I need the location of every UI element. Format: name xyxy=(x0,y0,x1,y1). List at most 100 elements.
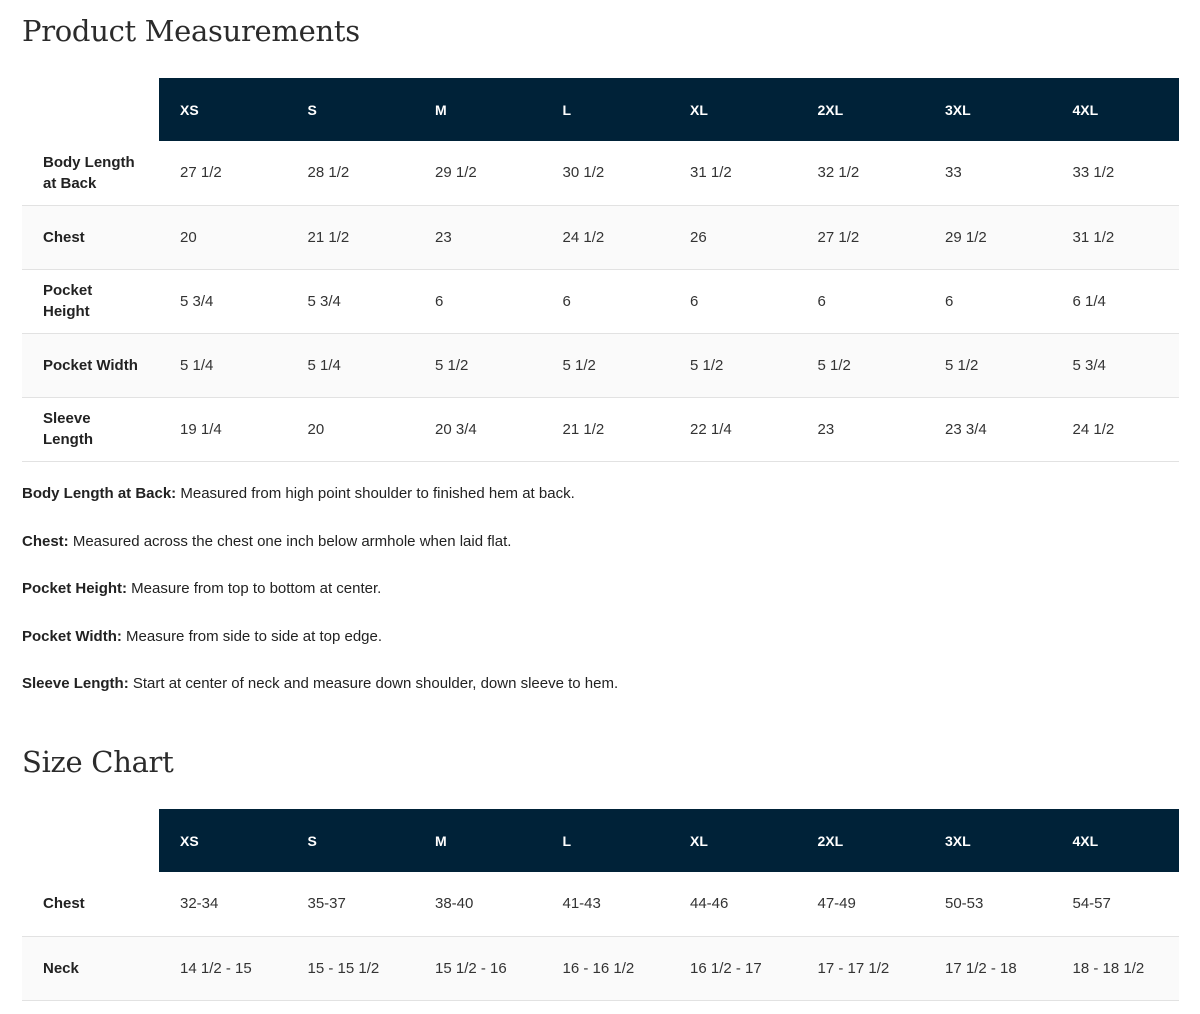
product-measurements-table: XS S M L XL 2XL 3XL 4XL Body Length at Ba… xyxy=(22,78,1179,462)
table-cell: 54-57 xyxy=(1072,895,1111,913)
table-cell: 5 3/4 xyxy=(307,292,341,310)
row-label-sleeve-length: Sleeve Length xyxy=(22,397,159,461)
table-cell: 23 xyxy=(817,420,835,438)
row-label-chest: Chest xyxy=(22,205,159,269)
row-label-neck: Neck xyxy=(22,936,159,1000)
table-cell: 5 1/4 xyxy=(180,356,214,374)
note-term: Pocket Width: xyxy=(22,627,122,645)
table-cell: 19 1/4 xyxy=(180,420,222,438)
table-cell: 29 1/2 xyxy=(435,164,477,182)
table-row-chest: Chest 32-34 35-37 38-40 41-43 44-46 47-4… xyxy=(22,872,1179,936)
note-term: Sleeve Length: xyxy=(22,675,129,692)
size-header-xs: XS xyxy=(159,78,287,141)
table-cell: 15 - 15 1/2 xyxy=(307,959,380,977)
table-cell: 33 1/2 xyxy=(1072,164,1115,182)
note-term: Pocket Height: xyxy=(22,580,128,597)
table-cell: 24 1/2 xyxy=(1072,420,1115,438)
note-text: Start at center of neck and measure down… xyxy=(128,675,619,692)
table-cell: 6 1/4 xyxy=(1072,292,1106,310)
table-cell: 6 xyxy=(690,292,699,310)
table-cell: 20 3/4 xyxy=(435,420,477,438)
table-cell: 30 1/2 xyxy=(562,164,605,182)
table-cell: 32 1/2 xyxy=(817,164,860,182)
note-chest: Chest: Measured across the chest one inc… xyxy=(22,532,1179,580)
table-corner-cell xyxy=(22,78,159,141)
product-measurements-title: Product Measurements xyxy=(22,14,360,48)
row-label-line-1: Body Length xyxy=(43,153,135,171)
note-pocket-width: Pocket Width: Measure from side to side … xyxy=(22,627,1179,675)
table-cell: 33 xyxy=(945,164,962,182)
table-cell: 6 xyxy=(817,292,826,310)
table-cell: 17 - 17 1/2 xyxy=(817,959,890,977)
table-row-pocket-height: Pocket Height 5 3/4 5 3/4 6 6 6 6 6 6 1/4 xyxy=(22,269,1179,333)
row-label-line-2: Height xyxy=(43,303,90,320)
size-header-l: L xyxy=(541,78,669,141)
table-cell: 22 1/4 xyxy=(690,420,732,438)
size-header-xl: XL xyxy=(669,809,797,872)
size-header-3xl: 3XL xyxy=(924,78,1052,141)
row-label-pocket-width: Pocket Width xyxy=(22,333,159,397)
table-cell: 5 3/4 xyxy=(1072,356,1106,374)
size-header-2xl: 2XL xyxy=(796,809,924,872)
table-cell: 15 1/2 - 16 xyxy=(435,959,507,977)
table-cell: 6 xyxy=(435,292,444,310)
size-chart-title: Size Chart xyxy=(22,745,174,779)
table-cell: 24 1/2 xyxy=(562,228,605,246)
table-cell: 47-49 xyxy=(817,895,856,913)
row-label-line-1: Pocket xyxy=(43,282,93,299)
note-term: Chest: xyxy=(22,532,69,550)
table-corner-cell xyxy=(22,809,159,872)
table-cell: 28 1/2 xyxy=(307,164,350,182)
table-cell: 6 xyxy=(945,292,954,310)
table-cell: 20 xyxy=(307,420,325,438)
table-cell: 5 1/4 xyxy=(307,356,341,374)
note-text: Measure from top to bottom at center. xyxy=(127,580,382,597)
table-cell: 5 1/2 xyxy=(562,356,596,374)
size-header-2xl: 2XL xyxy=(796,78,924,141)
size-header-m: M xyxy=(414,78,542,141)
row-label-body-length: Body Length at Back xyxy=(22,141,159,205)
note-text: Measured from high point shoulder to fin… xyxy=(176,485,575,502)
table-cell: 26 xyxy=(690,228,707,246)
table-row-chest: Chest 20 21 1/2 23 24 1/2 26 27 1/2 29 1… xyxy=(22,205,1179,269)
row-label-line-1: Sleeve xyxy=(43,410,91,427)
note-pocket-height: Pocket Height: Measure from top to botto… xyxy=(22,579,1179,627)
table-cell: 18 - 18 1/2 xyxy=(1072,959,1145,977)
table-cell: 5 1/2 xyxy=(945,356,979,374)
table-cell: 14 1/2 - 15 xyxy=(180,959,252,977)
table-cell: 23 3/4 xyxy=(945,420,987,438)
measurement-notes: Body Length at Back: Measured from high … xyxy=(22,484,1179,722)
note-text: Measured across the chest one inch below… xyxy=(68,532,512,550)
size-header-l: L xyxy=(541,809,669,872)
table-cell: 41-43 xyxy=(562,895,601,913)
size-header-s: S xyxy=(286,78,414,141)
table-cell: 16 1/2 - 17 xyxy=(690,959,762,977)
table-cell: 6 xyxy=(562,292,571,310)
row-label-pocket-height: Pocket Height xyxy=(22,269,159,333)
size-header-m: M xyxy=(414,809,542,872)
table-cell: 5 1/2 xyxy=(690,356,724,374)
table-row-pocket-width: Pocket Width 5 1/4 5 1/4 5 1/2 5 1/2 5 1… xyxy=(22,333,1179,397)
table-cell: 27 1/2 xyxy=(180,164,222,182)
table-cell: 23 xyxy=(435,228,452,246)
table-cell: 5 1/2 xyxy=(817,356,851,374)
note-sleeve-length: Sleeve Length: Start at center of neck a… xyxy=(22,674,1179,722)
size-header-4xl: 4XL xyxy=(1051,78,1179,141)
table-row-body-length: Body Length at Back 27 1/2 28 1/2 29 1/2 … xyxy=(22,141,1179,205)
table-cell: 35-37 xyxy=(307,895,346,913)
table-row-sleeve-length: Sleeve Length 19 1/4 20 20 3/4 21 1/2 22 … xyxy=(22,397,1179,461)
table-cell: 17 1/2 - 18 xyxy=(945,959,1017,977)
row-label-chest: Chest xyxy=(43,895,85,913)
table-header-row: XS S M L XL 2XL 3XL 4XL xyxy=(22,809,1179,872)
table-header-row: XS S M L XL 2XL 3XL 4XL xyxy=(22,78,1179,141)
note-term: Body Length at Back: xyxy=(22,485,177,502)
table-cell: 27 1/2 xyxy=(817,228,860,246)
table-cell: 38-40 xyxy=(435,895,474,913)
table-cell: 31 1/2 xyxy=(1072,228,1115,246)
size-header-xs: XS xyxy=(159,809,287,872)
table-cell: 5 3/4 xyxy=(180,292,214,310)
table-cell: 29 1/2 xyxy=(945,228,987,246)
row-label-line-2: Length xyxy=(43,431,93,448)
note-text: Measure from side to side at top edge. xyxy=(121,627,383,645)
table-row-neck: Neck 14 1/2 - 15 15 - 15 1/2 15 1/2 - 16… xyxy=(22,936,1179,1000)
